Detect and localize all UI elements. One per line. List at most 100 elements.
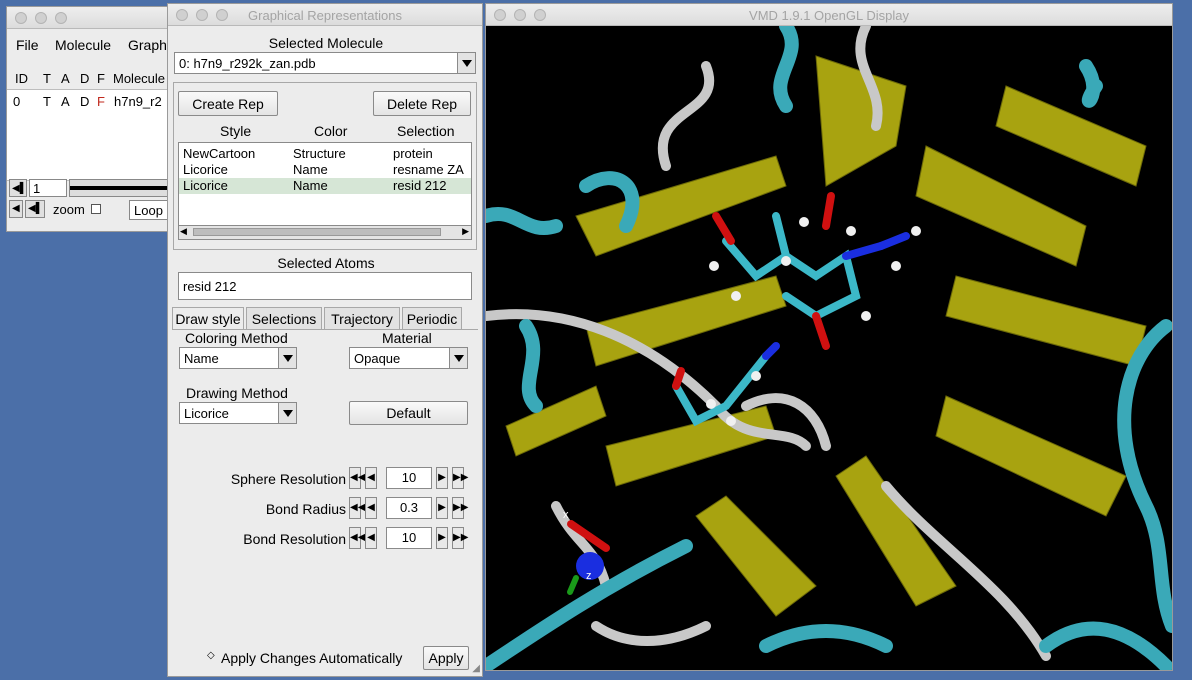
chevron-down-icon[interactable]	[278, 403, 296, 423]
col-f[interactable]: F	[97, 71, 105, 86]
display-titlebar[interactable]: VMD 1.9.1 OpenGL Display	[486, 4, 1172, 26]
play-reverse-button[interactable]: ◀▌	[25, 200, 45, 218]
zoom-label: zoom	[53, 202, 85, 217]
fast-decrement-icon[interactable]: ◀◀	[349, 467, 365, 489]
increment-icon[interactable]: ▶	[436, 497, 448, 519]
step-back-icon: ◀	[12, 203, 20, 214]
frame-slider[interactable]	[69, 179, 173, 197]
col-a[interactable]: A	[61, 71, 70, 86]
sphere-resolution-value[interactable]: 10	[386, 467, 432, 489]
header-color: Color	[314, 123, 348, 139]
rep-row[interactable]: NewCartoon Structure protein	[179, 146, 471, 162]
fast-increment-icon[interactable]: ▶▶	[452, 497, 468, 519]
tab-draw-style[interactable]: Draw style	[172, 307, 244, 329]
goto-start-button[interactable]: ◀▌	[9, 179, 27, 197]
chevron-left-icon[interactable]: ◀	[180, 226, 187, 237]
frame-input[interactable]: 1	[29, 179, 67, 197]
selected-molecule-select[interactable]: 0: h7n9_r292k_zan.pdb	[174, 52, 476, 74]
rep-titlebar[interactable]: Graphical Representations	[168, 4, 482, 26]
zoom-button[interactable]	[55, 12, 67, 24]
decrement-icon[interactable]: ◀	[365, 467, 377, 489]
fast-decrement-icon[interactable]: ◀◀	[349, 497, 365, 519]
mol-top[interactable]: T	[43, 94, 51, 109]
selected-molecule-label: Selected Molecule	[268, 35, 384, 51]
rep-selection: resid 212	[393, 178, 447, 193]
bond-radius-value[interactable]: 0.3	[386, 497, 432, 519]
tab-selections[interactable]: Selections	[246, 307, 322, 329]
sphere-resolution-label: Sphere Resolution	[230, 471, 346, 487]
default-button[interactable]: Default	[349, 401, 468, 425]
rep-selection: resname ZA	[393, 162, 464, 177]
delete-rep-button[interactable]: Delete Rep	[373, 91, 471, 116]
molecule-viewport[interactable]: x z	[486, 26, 1172, 670]
selected-atoms-label: Selected Atoms	[277, 255, 375, 271]
increment-icon[interactable]: ▶	[436, 527, 448, 549]
material-select[interactable]: Opaque	[349, 347, 468, 369]
zoom-checkbox[interactable]	[91, 204, 101, 214]
menu-graphics[interactable]: Graph	[128, 37, 167, 53]
reps-hscrollbar[interactable]: ◀ ▶	[179, 225, 471, 239]
drawing-method-label: Drawing Method	[186, 385, 288, 401]
menu-file[interactable]: File	[16, 37, 39, 53]
rep-tabs: Draw style Selections Trajectory Periodi…	[172, 307, 462, 329]
chevron-right-icon[interactable]: ▶	[462, 226, 469, 237]
ligand-licorice	[712, 192, 910, 350]
fast-increment-icon[interactable]: ▶▶	[452, 467, 468, 489]
mol-drawn[interactable]: D	[80, 94, 89, 109]
fast-decrement-icon[interactable]: ◀◀	[349, 527, 365, 549]
close-button[interactable]	[15, 12, 27, 24]
coloring-method-value: Name	[184, 351, 219, 366]
col-t[interactable]: T	[43, 71, 51, 86]
sphere-resolution-row: Sphere Resolution ◀◀ ◀ 10 ▶ ▶▶	[168, 467, 484, 491]
opengl-display-window: VMD 1.9.1 OpenGL Display x z	[485, 3, 1173, 671]
main-menubar: File Molecule Graph	[7, 29, 171, 59]
axis-z-label: z	[586, 570, 592, 582]
create-rep-button[interactable]: Create Rep	[178, 91, 278, 116]
rep-style: NewCartoon	[183, 146, 256, 161]
col-molecule[interactable]: Molecule	[113, 71, 165, 86]
tab-periodic[interactable]: Periodic	[402, 307, 462, 329]
minimize-button[interactable]	[35, 12, 47, 24]
menu-molecule[interactable]: Molecule	[55, 37, 111, 53]
drawing-method-select[interactable]: Licorice	[179, 402, 297, 424]
decrement-icon[interactable]: ◀	[365, 497, 377, 519]
step-back-button[interactable]: ◀	[9, 200, 23, 218]
rep-selection: protein	[393, 146, 433, 161]
apply-auto-label[interactable]: Apply Changes Automatically	[221, 650, 402, 666]
drawing-method-value: Licorice	[184, 406, 229, 421]
col-d[interactable]: D	[80, 71, 89, 86]
resize-grip-icon[interactable]: ◢	[472, 663, 480, 674]
molecule-list[interactable]: 0 T A D F h7n9_r2	[7, 89, 173, 181]
apply-auto-radio[interactable]: ◇	[207, 650, 215, 661]
rep-row-selected[interactable]: Licorice Name resid 212	[179, 178, 471, 194]
rep-style: Licorice	[183, 162, 228, 177]
selected-atoms-input[interactable]: resid 212	[178, 272, 472, 300]
increment-icon[interactable]: ▶	[436, 467, 448, 489]
bond-resolution-label: Bond Resolution	[243, 531, 346, 547]
display-window-title: VMD 1.9.1 OpenGL Display	[749, 8, 909, 23]
main-titlebar[interactable]	[7, 7, 171, 29]
chevron-down-icon[interactable]	[457, 53, 475, 73]
decrement-icon[interactable]: ◀	[365, 527, 377, 549]
mol-fixed[interactable]: F	[97, 94, 105, 109]
mol-active[interactable]: A	[61, 94, 70, 109]
mol-name[interactable]: h7n9_r2	[114, 94, 162, 109]
selected-molecule-value: 0: h7n9_r292k_zan.pdb	[179, 56, 316, 71]
fast-increment-icon[interactable]: ▶▶	[452, 527, 468, 549]
hscroll-thumb[interactable]	[193, 228, 441, 236]
rep-color: Name	[293, 162, 328, 177]
bond-radius-label: Bond Radius	[265, 501, 346, 517]
chevron-down-icon[interactable]	[278, 348, 296, 368]
material-label: Material	[382, 330, 432, 346]
apply-button[interactable]: Apply	[423, 646, 469, 670]
tab-trajectory[interactable]: Trajectory	[324, 307, 400, 329]
bond-radius-row: Bond Radius ◀◀ ◀ 0.3 ▶ ▶▶	[168, 497, 484, 521]
reps-table[interactable]: NewCartoon Structure protein Licorice Na…	[178, 142, 472, 240]
rep-row[interactable]: Licorice Name resname ZA	[179, 162, 471, 178]
coloring-method-select[interactable]: Name	[179, 347, 297, 369]
bond-resolution-value[interactable]: 10	[386, 527, 432, 549]
col-id[interactable]: ID	[15, 71, 28, 86]
frame-value: 1	[33, 181, 41, 196]
mol-id[interactable]: 0	[13, 94, 20, 109]
chevron-down-icon[interactable]	[449, 348, 467, 368]
